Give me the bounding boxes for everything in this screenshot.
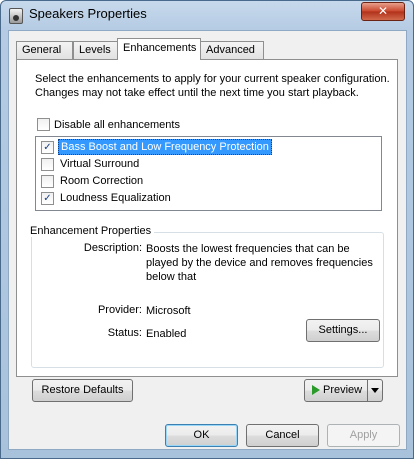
speaker-icon (9, 8, 23, 24)
status-label: Status: (107, 327, 142, 339)
list-item-loudness-equalization[interactable]: ✓ Loudness Equalization (41, 190, 173, 206)
preview-dropdown-arrow-icon[interactable] (367, 380, 382, 401)
disable-all-label: Disable all enhancements (54, 118, 180, 131)
list-item-bass-boost[interactable]: ✓ Bass Boost and Low Frequency Protection (41, 139, 272, 156)
title-bar[interactable]: Speakers Properties ✕ (1, 1, 413, 29)
list-item-virtual-surround[interactable]: Virtual Surround (41, 156, 141, 172)
bass-boost-label: Bass Boost and Low Frequency Protection (58, 139, 272, 156)
room-correction-checkbox[interactable] (41, 174, 54, 188)
enhancement-properties-group: Description: Boosts the lowest frequenci… (31, 232, 384, 368)
restore-defaults-button[interactable]: Restore Defaults (32, 379, 133, 402)
bass-boost-checkbox[interactable]: ✓ (41, 140, 54, 154)
enhancements-panel: Select the enhancements to apply for you… (16, 59, 398, 377)
virtual-surround-label: Virtual Surround (60, 158, 140, 171)
tab-enhancements[interactable]: Enhancements (117, 38, 201, 60)
list-item-room-correction[interactable]: Room Correction (41, 173, 145, 189)
cancel-button[interactable]: Cancel (246, 424, 319, 447)
tab-levels[interactable]: Levels (73, 41, 119, 59)
status-value: Enabled (146, 328, 187, 340)
loudness-equalization-checkbox[interactable]: ✓ (41, 191, 54, 205)
settings-button[interactable]: Settings... (306, 319, 380, 342)
ok-button[interactable]: OK (165, 424, 238, 447)
virtual-surround-checkbox[interactable] (41, 157, 54, 171)
enhancements-description: Select the enhancements to apply for you… (35, 73, 390, 99)
window-title: Speakers Properties (29, 6, 147, 21)
apply-button[interactable]: Apply (327, 424, 400, 447)
close-button[interactable]: ✕ (361, 2, 405, 21)
description-label: Description: (83, 242, 142, 254)
enhancement-properties-title: Enhancement Properties (27, 225, 155, 237)
play-icon (312, 384, 323, 396)
properties-window: Speakers Properties ✕ General Levels Enh… (0, 0, 414, 459)
disable-all-checkbox[interactable]: Disable all enhancements (37, 118, 180, 131)
description-value: Boosts the lowest frequencies that can b… (146, 243, 373, 283)
tab-general[interactable]: General (16, 41, 73, 59)
dialog-client-area: General Levels Enhancements Advanced Sel… (8, 30, 407, 450)
tab-advanced[interactable]: Advanced (200, 41, 264, 59)
preview-button[interactable]: Preview (304, 379, 383, 402)
loudness-equalization-label: Loudness Equalization (60, 192, 171, 205)
disable-all-checkbox-box[interactable] (37, 118, 50, 131)
room-correction-label: Room Correction (60, 175, 144, 188)
provider-label: Provider: (97, 304, 142, 316)
enhancements-list[interactable]: ✓ Bass Boost and Low Frequency Protection… (35, 136, 382, 211)
provider-value: Microsoft (146, 305, 191, 317)
preview-label: Preview (323, 384, 363, 396)
